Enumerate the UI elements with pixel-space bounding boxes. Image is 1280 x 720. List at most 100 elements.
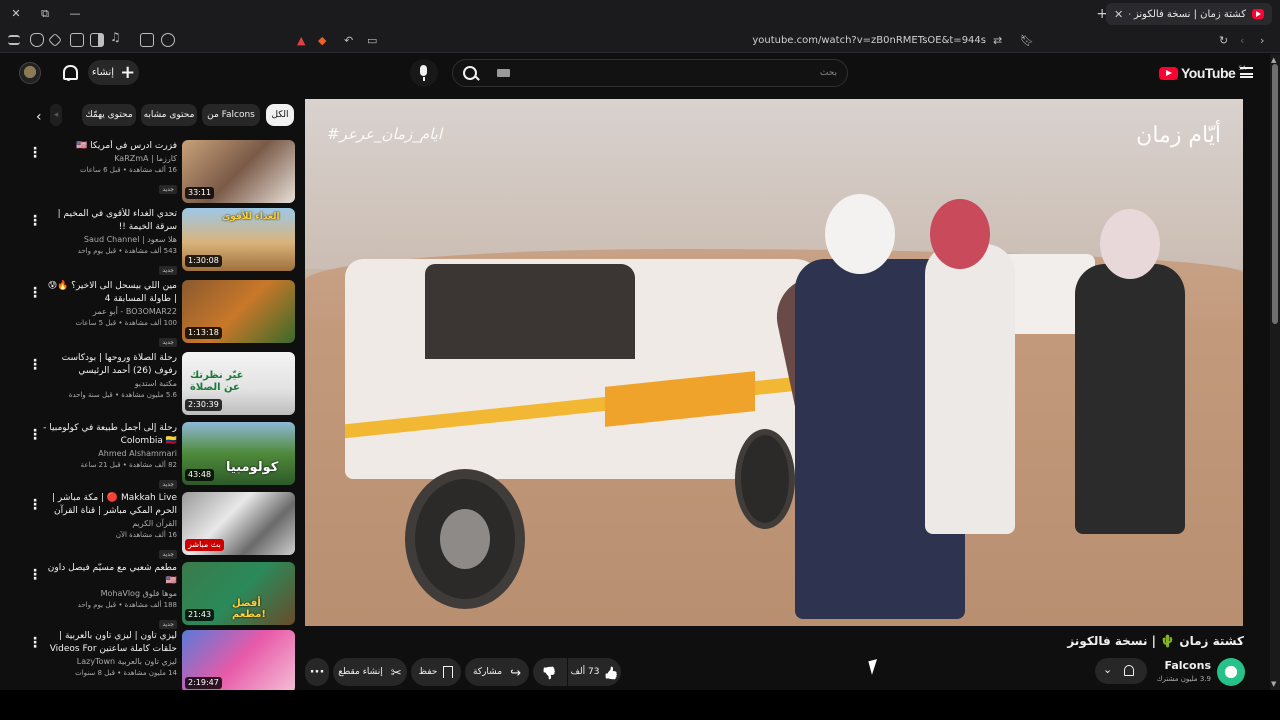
subscribed-button[interactable]: ⌄ xyxy=(1095,658,1147,684)
tab-close-icon[interactable]: ✕ xyxy=(1114,8,1123,21)
video-thumbnail[interactable]: غيّر نظرتك عن الصلاة 2:30:39 xyxy=(182,352,295,415)
list-item[interactable]: مطعم شعبي مع مسيّم فيصل داون 🇺🇸 موها فلو… xyxy=(20,560,296,629)
video-title[interactable]: مين اللي بيسحل الى الاخير؟ 🔥😰 | طاولة ال… xyxy=(42,280,177,306)
channel-avatar[interactable] xyxy=(1217,658,1245,686)
channel-name[interactable]: موها فلوق MohaVlog xyxy=(42,588,177,600)
forward-icon[interactable]: › xyxy=(1260,34,1264,47)
create-label: إنشاء xyxy=(91,67,115,78)
channel-name-link[interactable]: Falcons xyxy=(1164,659,1211,672)
channel-name[interactable]: القرآن الكريم xyxy=(42,518,177,530)
video-thumbnail[interactable]: الغداء للأقوى 1:30:08 xyxy=(182,208,295,271)
list-item[interactable]: فزرت ادرس في أمريكا 🇺🇸 كارزما | KaRZmA 1… xyxy=(20,138,296,204)
video-title[interactable]: تحدي الغداء للأقوى في المخيم | سرقة الخي… xyxy=(42,208,177,234)
save-button[interactable]: حفظ xyxy=(411,658,461,686)
youtube-logo[interactable]: YouTube SA xyxy=(1159,65,1246,81)
video-thumbnail[interactable]: كولومبيا 43:48 xyxy=(182,422,295,485)
share-button[interactable]: مشاركة xyxy=(465,658,529,686)
more-menu-icon[interactable] xyxy=(28,424,32,438)
brave-rewards-icon[interactable]: ▲ xyxy=(297,34,305,47)
menu-icon[interactable] xyxy=(8,35,20,45)
cast-icon[interactable]: ▭ xyxy=(367,34,377,47)
thumbnail-text: الغداء للأقوى xyxy=(222,212,280,222)
bookmark-icon[interactable]: 🔖︎ xyxy=(1020,34,1034,47)
window-minimize-icon[interactable]: — xyxy=(67,6,83,22)
more-actions-button[interactable] xyxy=(305,658,329,686)
share-page-icon[interactable]: ⇄ xyxy=(993,34,1002,47)
music-icon[interactable]: ♫ xyxy=(110,30,124,47)
notifications-bell-icon[interactable] xyxy=(61,63,78,81)
like-button[interactable]: 73 ألف xyxy=(568,658,621,686)
video-thumbnail[interactable]: أفضل مطعم! 21:43 xyxy=(182,562,295,625)
clip-button[interactable]: إنشاء مقطع xyxy=(333,658,407,686)
chips-prev-chevron-icon[interactable]: ‹ xyxy=(36,109,42,125)
page-scrollbar[interactable]: ▲ ▼ xyxy=(1270,54,1280,690)
list-item[interactable]: تحدي الغداء للأقوى في المخيم | سرقة الخي… xyxy=(20,206,296,275)
chip-related[interactable]: محتوى مشابه xyxy=(141,104,197,126)
video-title[interactable]: ليزي تاون | ليزي تاون بالعربية | حلقات ك… xyxy=(42,630,177,656)
account-avatar[interactable] xyxy=(19,62,41,84)
voice-search-mic-icon[interactable] xyxy=(410,59,438,87)
window-maximize-icon[interactable]: ⧉ xyxy=(37,6,53,22)
more-menu-icon[interactable] xyxy=(28,210,32,224)
channel-name[interactable]: كارزما | KaRZmA xyxy=(42,153,177,165)
back-icon[interactable]: ‹ xyxy=(1240,34,1244,47)
channel-name[interactable]: ليزي تاون بالعربية LazyTown xyxy=(42,656,177,668)
dislike-button[interactable] xyxy=(533,658,567,686)
more-menu-icon[interactable] xyxy=(28,354,32,368)
more-menu-icon[interactable] xyxy=(28,282,32,296)
guide-menu-icon[interactable] xyxy=(1240,67,1253,78)
subscriber-count: 3.9 مليون مشترك xyxy=(1156,675,1211,683)
search-icon[interactable] xyxy=(453,60,489,86)
screenshot-icon[interactable] xyxy=(140,33,154,47)
puzzle-icon[interactable] xyxy=(161,33,175,47)
scrollbar-thumb[interactable] xyxy=(1272,64,1278,324)
more-menu-icon[interactable] xyxy=(28,632,32,646)
video-meta: 543 ألف مشاهدة • قبل يوم واحد xyxy=(77,247,177,255)
video-thumbnail[interactable]: 33:11 xyxy=(182,140,295,203)
window-close-icon[interactable]: ✕ xyxy=(8,6,24,22)
sidebar-icon[interactable] xyxy=(90,33,104,47)
plus-icon: + xyxy=(120,62,136,83)
more-menu-icon[interactable] xyxy=(28,564,32,578)
like-count: 73 ألف xyxy=(570,667,600,677)
dislike-icon xyxy=(544,666,557,679)
video-title[interactable]: مطعم شعبي مع مسيّم فيصل داون 🇺🇸 xyxy=(42,562,177,588)
channel-name[interactable]: BO3OMAR22 - أبو عمر xyxy=(42,306,177,318)
list-item[interactable]: مين اللي بيسحل الى الاخير؟ 🔥😰 | طاولة ال… xyxy=(20,278,296,347)
video-thumbnail[interactable]: بث مباشر xyxy=(182,492,295,555)
video-title[interactable]: رحلة إلى أجمل طبيعة في كولومبيا - Colomb… xyxy=(42,422,177,448)
more-menu-icon[interactable] xyxy=(28,142,32,156)
video-thumbnail[interactable]: 1:13:18 xyxy=(182,280,295,343)
chip-from-channel[interactable]: من Falcons xyxy=(202,104,260,126)
list-item[interactable]: ليزي تاون | ليزي تاون بالعربية | حلقات ك… xyxy=(20,628,296,694)
address-bar[interactable]: youtube.com/watch?v=zB0nRMETsOE&t=944s xyxy=(620,32,986,49)
duration-badge: 1:13:18 xyxy=(185,327,222,339)
video-title[interactable]: Makkah Live 🔴 | مكة مباشر | الحرم المكي … xyxy=(42,492,177,518)
reload-icon[interactable]: ↻ xyxy=(1219,34,1228,47)
video-thumbnail[interactable]: 2:19:47 xyxy=(182,630,295,693)
channel-name[interactable]: مكتبة استديو xyxy=(42,378,177,390)
more-menu-icon[interactable] xyxy=(28,494,32,508)
list-item[interactable]: رحلة إلى أجمل طبيعة في كولومبيا - Colomb… xyxy=(20,420,296,489)
create-button[interactable]: إنشاء + xyxy=(88,60,139,85)
extension-icon[interactable] xyxy=(47,32,63,48)
chip-for-you[interactable]: محتوى يهمّك xyxy=(82,104,136,126)
video-player[interactable]: #ايام_زمان_عرعر أيّام زمان xyxy=(305,99,1243,626)
channel-name[interactable]: هلا سعود | Saud Channel xyxy=(42,234,177,246)
list-item[interactable]: رحلة الصلاة وروحها | بودكاست رفوف (26) أ… xyxy=(20,350,296,416)
video-title[interactable]: فزرت ادرس في أمريكا 🇺🇸 xyxy=(42,140,177,153)
shield-icon[interactable] xyxy=(30,33,44,47)
list-item[interactable]: Makkah Live 🔴 | مكة مباشر | الحرم المكي … xyxy=(20,490,296,559)
scroll-down-icon[interactable]: ▼ xyxy=(1271,680,1276,688)
scroll-up-icon[interactable]: ▲ xyxy=(1271,56,1276,64)
reader-icon[interactable]: ↶ xyxy=(344,34,353,47)
chip-overflow: ◂ xyxy=(50,104,62,126)
browser-tab[interactable]: كشتة زمان | نسخة فالكونز - ✕ xyxy=(1106,3,1272,25)
search-input[interactable] xyxy=(493,60,837,86)
channel-name[interactable]: Ahmed Alshammari xyxy=(42,448,177,460)
tabs-icon[interactable] xyxy=(70,33,84,47)
chip-all[interactable]: الكل xyxy=(266,104,294,126)
video-title[interactable]: رحلة الصلاة وروحها | بودكاست رفوف (26) أ… xyxy=(42,352,177,378)
brave-shield-icon[interactable]: ◆ xyxy=(318,34,326,47)
share-label: مشاركة xyxy=(472,667,503,677)
